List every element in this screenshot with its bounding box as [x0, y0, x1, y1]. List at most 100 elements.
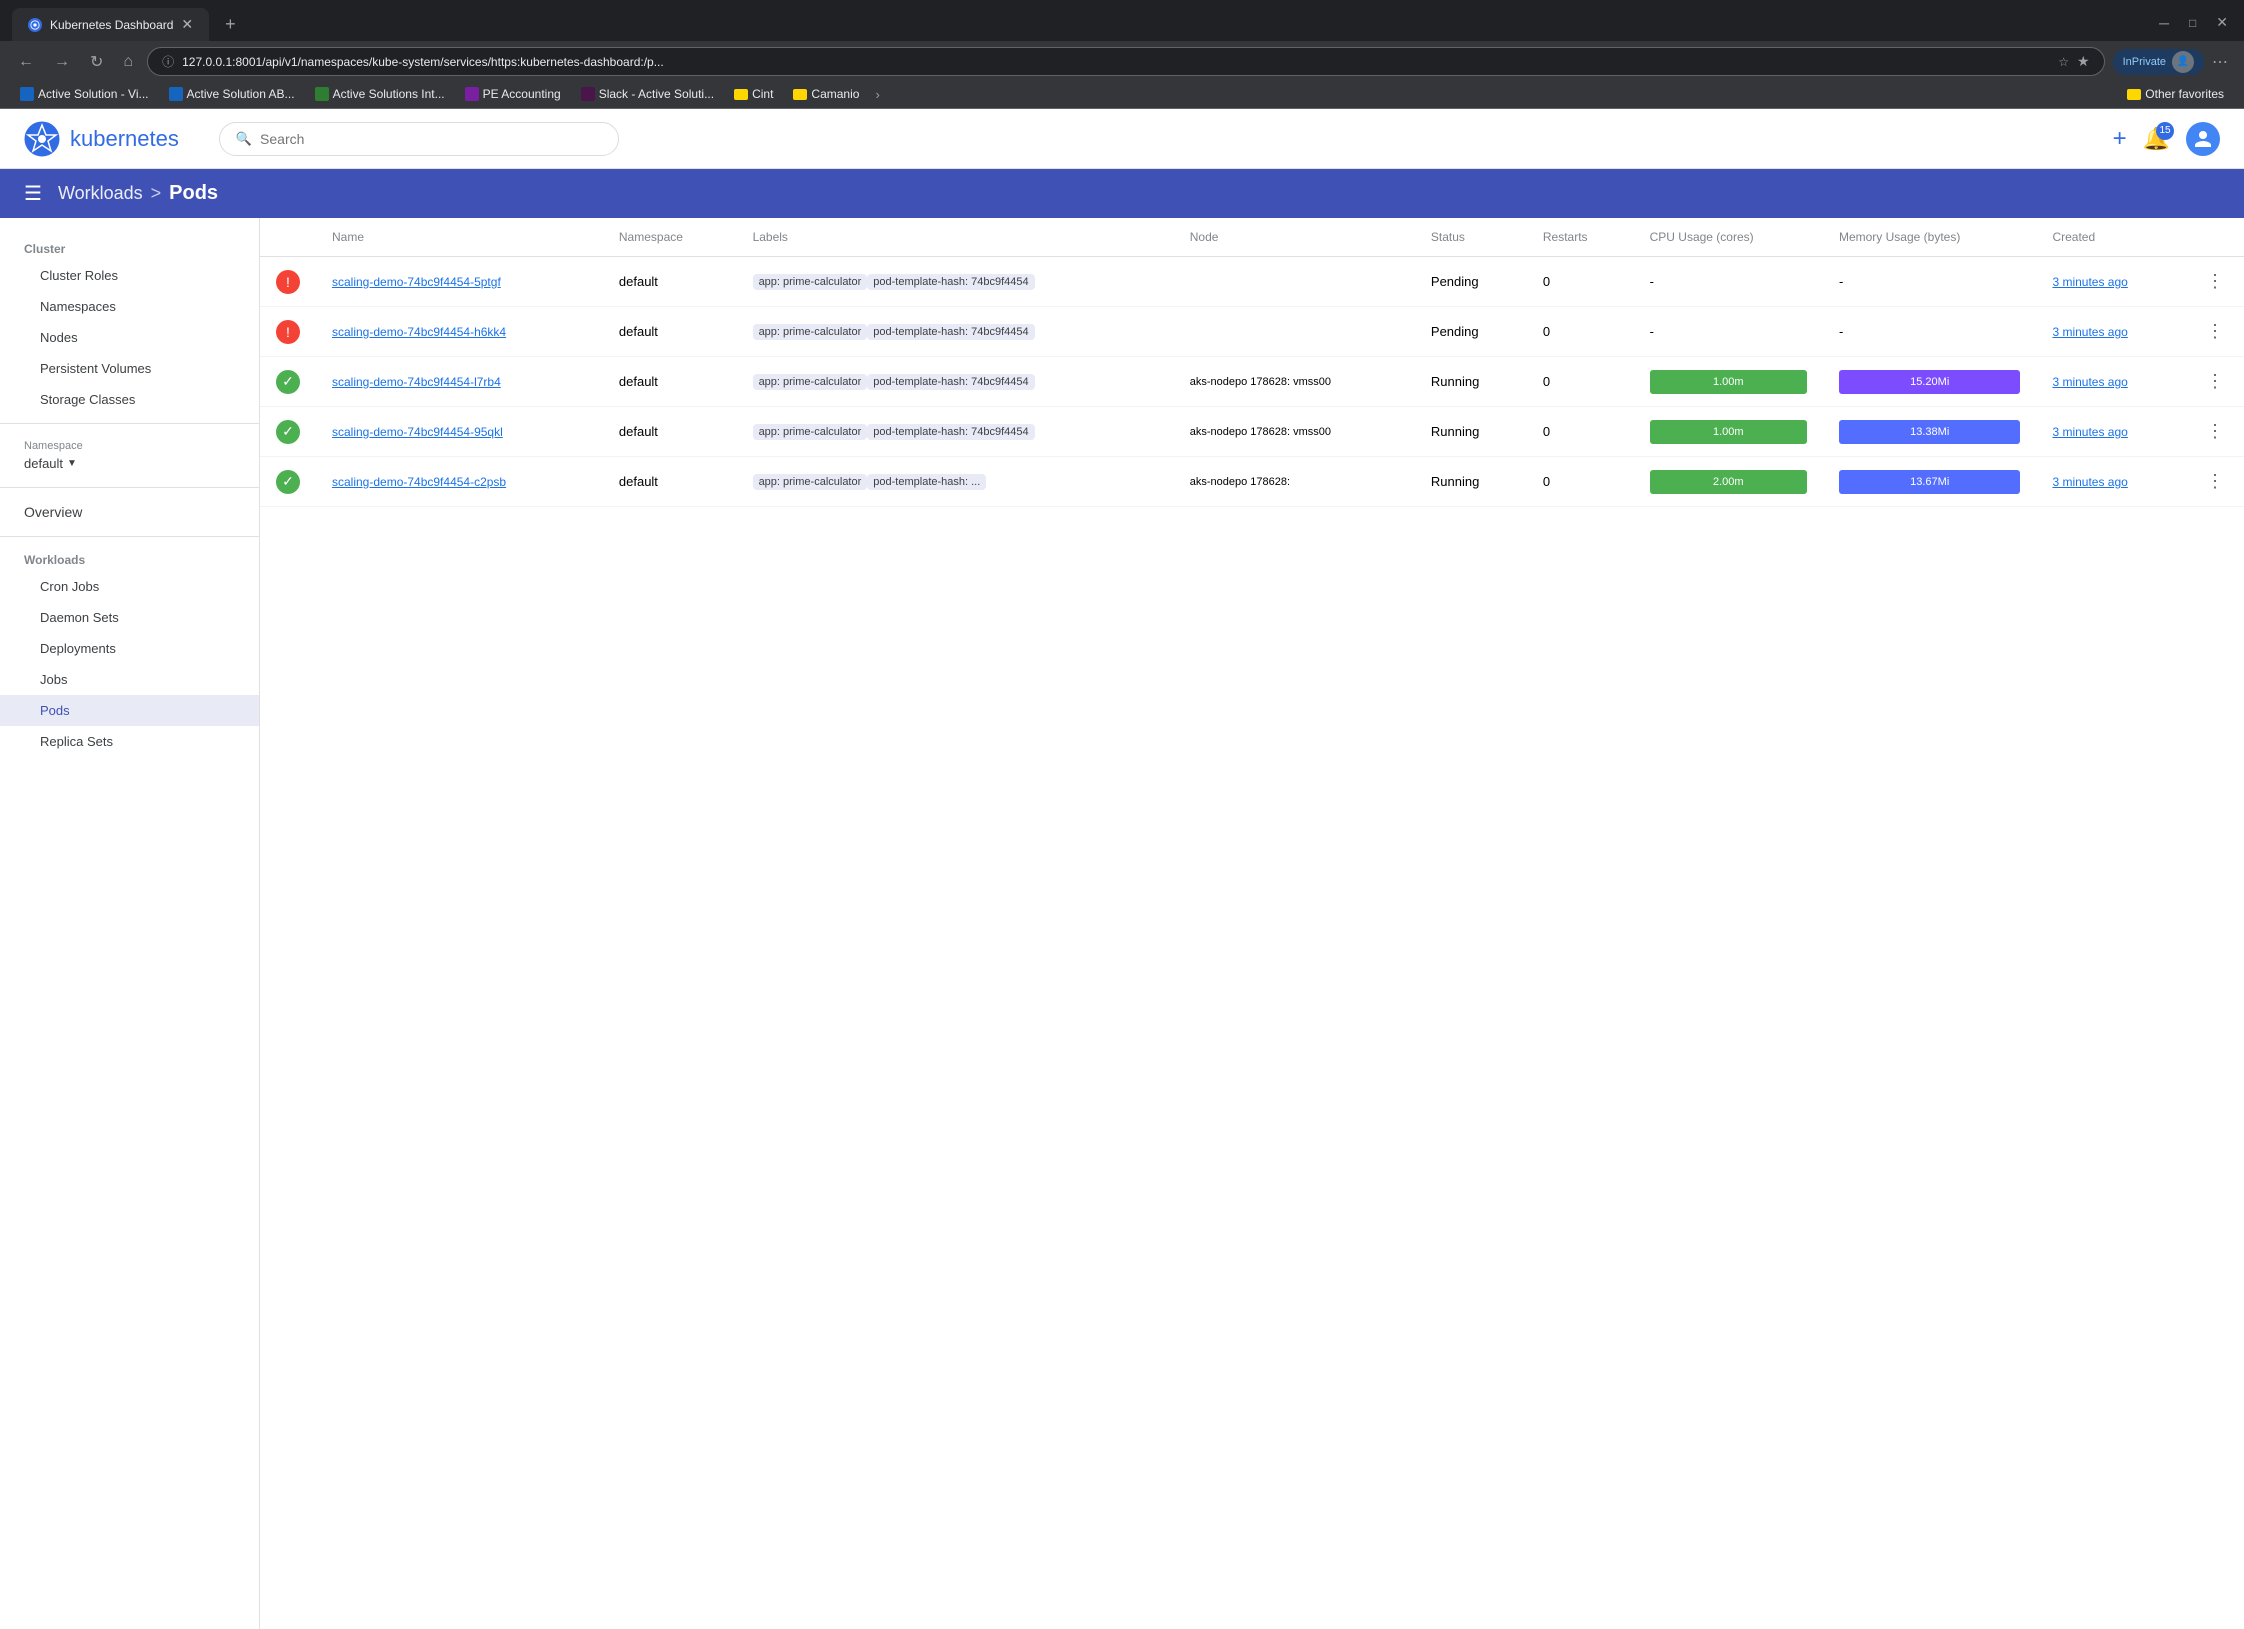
pod-created-link[interactable]: 3 minutes ago — [2052, 275, 2127, 289]
sidebar-item-persistent-volumes[interactable]: Persistent Volumes — [0, 353, 259, 384]
sidebar-item-nodes[interactable]: Nodes — [0, 322, 259, 353]
bookmark-label: Active Solutions Int... — [333, 87, 445, 101]
pod-memory-cell: - — [1823, 307, 2036, 357]
sidebar-item-cluster-roles[interactable]: Cluster Roles — [0, 260, 259, 291]
sidebar-item-daemon-sets[interactable]: Daemon Sets — [0, 602, 259, 633]
table-row: !scaling-demo-74bc9f4454-5ptgfdefaultapp… — [260, 257, 2244, 307]
pod-cpu-cell: - — [1634, 307, 1823, 357]
pod-more-button[interactable]: ⋮ — [2202, 267, 2228, 296]
forward-button[interactable]: → — [48, 49, 76, 75]
memory-usage-bar: 13.67Mi — [1839, 470, 2020, 494]
pod-name-cell: scaling-demo-74bc9f4454-95qkl — [316, 407, 603, 457]
label-badge: app: prime-calculator — [753, 324, 868, 340]
pod-more-button[interactable]: ⋮ — [2202, 417, 2228, 446]
breadcrumb-pods: Pods — [169, 182, 218, 205]
pod-name-link[interactable]: scaling-demo-74bc9f4454-95qkl — [332, 425, 503, 439]
col-restarts: Restarts — [1527, 218, 1634, 257]
sidebar-item-jobs[interactable]: Jobs — [0, 664, 259, 695]
add-resource-button[interactable]: + — [2113, 125, 2127, 153]
collections-icon[interactable]: ★ — [2077, 53, 2090, 70]
pod-node-cell — [1174, 307, 1415, 357]
bookmark-label: Camanio — [811, 87, 859, 101]
pod-created-cell: 3 minutes ago — [2036, 357, 2186, 407]
tab-favicon — [28, 18, 42, 32]
cpu-usage-bar: 2.00m — [1650, 470, 1807, 494]
notifications-badge: 15 — [2156, 122, 2174, 140]
pod-status-cell: ✓ — [260, 407, 316, 457]
bookmark-pe-accounting[interactable]: PE Accounting — [457, 84, 569, 104]
tab-close-button[interactable]: ✕ — [181, 16, 193, 33]
home-button[interactable]: ⌂ — [117, 49, 139, 75]
namespace-select[interactable]: default ▼ — [24, 456, 235, 471]
bookmark-label: Slack - Active Soluti... — [599, 87, 714, 101]
bookmark-folder-other[interactable]: Other favorites — [2119, 84, 2232, 104]
namespace-section: Namespace default ▼ — [0, 432, 259, 479]
pod-restarts-cell: 0 — [1527, 407, 1634, 457]
pod-restarts-cell: 0 — [1527, 357, 1634, 407]
table-row: ✓scaling-demo-74bc9f4454-c2psbdefaultapp… — [260, 457, 2244, 507]
bookmark-active-solution-vi[interactable]: Active Solution - Vi... — [12, 84, 157, 104]
pod-more-cell: ⋮ — [2186, 357, 2244, 407]
sidebar-item-namespaces[interactable]: Namespaces — [0, 291, 259, 322]
label-badge: app: prime-calculator — [753, 474, 868, 490]
new-tab-button[interactable]: + — [217, 10, 244, 39]
table-row: ✓scaling-demo-74bc9f4454-l7rb4defaultapp… — [260, 357, 2244, 407]
browser-tab-active[interactable]: Kubernetes Dashboard ✕ — [12, 8, 209, 41]
reload-button[interactable]: ↻ — [84, 48, 109, 76]
more-options-button[interactable]: ⋯ — [2208, 48, 2232, 76]
pod-name-link[interactable]: scaling-demo-74bc9f4454-c2psb — [332, 475, 506, 489]
namespace-value: default — [24, 456, 63, 471]
pod-more-button[interactable]: ⋮ — [2202, 467, 2228, 496]
bookmark-folder-cint[interactable]: Cint — [726, 84, 781, 104]
bookmark-active-solution-ab[interactable]: Active Solution AB... — [161, 84, 303, 104]
notifications-button[interactable]: 🔔 15 — [2143, 126, 2170, 152]
in-private-badge[interactable]: InPrivate 👤 — [2113, 49, 2204, 75]
pod-more-button[interactable]: ⋮ — [2202, 317, 2228, 346]
folder-icon — [2127, 89, 2141, 100]
bookmark-active-solutions-int[interactable]: Active Solutions Int... — [307, 84, 453, 104]
label-badge: app: prime-calculator — [753, 274, 868, 290]
pod-cpu-cell: 1.00m — [1634, 357, 1823, 407]
memory-usage-bar: 15.20Mi — [1839, 370, 2020, 394]
breadcrumb-workloads[interactable]: Workloads — [58, 183, 143, 204]
pod-created-link[interactable]: 3 minutes ago — [2052, 325, 2127, 339]
browser-title-bar: Kubernetes Dashboard ✕ + ─ □ ✕ — [0, 0, 2244, 41]
hamburger-menu-button[interactable]: ☰ — [24, 181, 42, 206]
minimize-button[interactable]: ─ — [2155, 10, 2173, 35]
pod-more-button[interactable]: ⋮ — [2202, 367, 2228, 396]
star-icon[interactable]: ☆ — [2058, 55, 2069, 69]
back-button[interactable]: ← — [12, 49, 40, 75]
k8s-search[interactable]: 🔍 — [219, 122, 619, 156]
user-profile-button[interactable] — [2186, 122, 2220, 156]
pod-name-link[interactable]: scaling-demo-74bc9f4454-l7rb4 — [332, 375, 501, 389]
address-bar[interactable]: ⓘ 127.0.0.1:8001/api/v1/namespaces/kube-… — [147, 47, 2105, 76]
pod-name-link[interactable]: scaling-demo-74bc9f4454-5ptgf — [332, 275, 501, 289]
k8s-logo-icon — [24, 121, 60, 157]
bookmarks-more-chevron[interactable]: › — [871, 87, 883, 102]
sidebar-item-overview[interactable]: Overview — [0, 496, 259, 528]
pod-status-cell: ✓ — [260, 457, 316, 507]
bookmark-slack[interactable]: Slack - Active Soluti... — [573, 84, 722, 104]
close-window-button[interactable]: ✕ — [2212, 10, 2232, 35]
address-text: 127.0.0.1:8001/api/v1/namespaces/kube-sy… — [182, 55, 2050, 69]
pod-labels-cell: app: prime-calculatorpod-template-hash: … — [737, 457, 1174, 507]
bookmark-folder-camanio[interactable]: Camanio — [785, 84, 867, 104]
sidebar-item-replica-sets[interactable]: Replica Sets — [0, 726, 259, 757]
col-status: Status — [1415, 218, 1527, 257]
pod-labels-cell: app: prime-calculatorpod-template-hash: … — [737, 407, 1174, 457]
breadcrumb-separator: > — [151, 183, 162, 204]
sidebar-item-deployments[interactable]: Deployments — [0, 633, 259, 664]
pod-created-link[interactable]: 3 minutes ago — [2052, 425, 2127, 439]
pod-created-link[interactable]: 3 minutes ago — [2052, 475, 2127, 489]
sidebar-item-pods[interactable]: Pods — [0, 695, 259, 726]
maximize-button[interactable]: □ — [2185, 10, 2200, 35]
pod-created-link[interactable]: 3 minutes ago — [2052, 375, 2127, 389]
search-input[interactable] — [260, 131, 602, 147]
toolbar-icons: InPrivate 👤 ⋯ — [2113, 48, 2232, 76]
namespace-chevron-icon: ▼ — [67, 458, 77, 469]
sidebar-item-storage-classes[interactable]: Storage Classes — [0, 384, 259, 415]
pod-name-link[interactable]: scaling-demo-74bc9f4454-h6kk4 — [332, 325, 506, 339]
sidebar-item-cron-jobs[interactable]: Cron Jobs — [0, 571, 259, 602]
error-status-icon: ! — [276, 270, 300, 294]
pod-cpu-cell: 2.00m — [1634, 457, 1823, 507]
